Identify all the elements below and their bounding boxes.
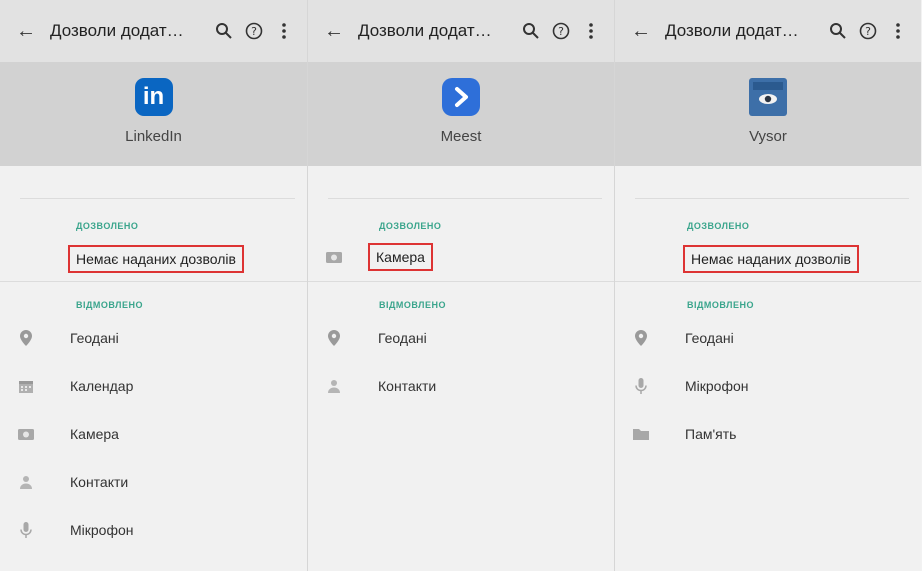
no-permissions-label: Немає наданих дозволів (683, 245, 859, 273)
more-options-icon[interactable] (578, 18, 604, 44)
divider (0, 281, 307, 282)
contacts-icon (308, 379, 360, 393)
permission-row-calendar[interactable]: Календар (0, 362, 307, 410)
back-arrow-icon[interactable]: ← (631, 21, 653, 41)
permission-row-location[interactable]: Геодані (308, 314, 614, 362)
panel-vysor: ← Дозволи додат… ? Vysor ДОЗВОЛЕНО Немає… (614, 0, 921, 571)
location-icon (0, 330, 52, 346)
help-icon[interactable]: ? (241, 18, 267, 44)
allowed-item-row[interactable]: Немає наданих дозволів (68, 245, 307, 273)
permission-label: Пам'ять (685, 426, 737, 442)
allowed-item-row[interactable]: Немає наданих дозволів (683, 245, 921, 273)
search-icon[interactable] (825, 18, 851, 44)
screens-wrapper: ← Дозволи додат… ? in LinkedIn ДОЗВОЛЕНО… (0, 0, 922, 571)
camera-allowed-label: Камера (368, 243, 433, 271)
back-arrow-icon[interactable]: ← (16, 21, 38, 41)
svg-text:?: ? (558, 25, 564, 38)
allowed-section-header: ДОЗВОЛЕНО (687, 221, 750, 231)
linkedin-logo-icon: in (134, 78, 173, 116)
location-icon (308, 330, 360, 346)
app-name: LinkedIn (125, 128, 182, 145)
permission-row-microphone[interactable]: Мікрофон (0, 506, 307, 554)
vysor-logo-icon (749, 78, 787, 116)
permission-label: Камера (70, 426, 119, 442)
allowed-item-row[interactable]: Камера (308, 243, 614, 271)
folder-icon (615, 428, 667, 440)
no-permissions-label: Немає наданих дозволів (68, 245, 244, 273)
permission-row-contacts[interactable]: Контакти (0, 458, 307, 506)
meest-logo-icon (442, 78, 480, 116)
denied-section-header: ВІДМОВЛЕНО (379, 300, 447, 310)
permission-label: Календар (70, 378, 134, 394)
permission-label: Мікрофон (70, 522, 134, 538)
back-arrow-icon[interactable]: ← (324, 21, 346, 41)
divider (328, 198, 602, 199)
permission-row-microphone[interactable]: Мікрофон (615, 362, 921, 410)
permission-row-location[interactable]: Геодані (0, 314, 307, 362)
help-icon[interactable]: ? (855, 18, 881, 44)
more-options-icon[interactable] (271, 18, 297, 44)
divider (615, 281, 921, 282)
divider (635, 198, 909, 199)
app-bar: ← Дозволи додат… ? (308, 0, 614, 62)
more-options-icon[interactable] (885, 18, 911, 44)
permission-row-camera[interactable]: Камера (0, 410, 307, 458)
permission-label: Геодані (685, 330, 734, 346)
panel-meest: ← Дозволи додат… ? Meest ДОЗВОЛЕНО Камер… (307, 0, 614, 571)
search-icon[interactable] (211, 18, 237, 44)
calendar-icon (0, 379, 52, 393)
page-title: Дозволи додат… (665, 21, 799, 40)
permission-label: Геодані (70, 330, 119, 346)
permission-row-contacts[interactable]: Контакти (308, 362, 614, 410)
app-header: in LinkedIn (0, 62, 307, 166)
page-title: Дозволи додат… (358, 21, 492, 40)
microphone-icon (615, 378, 667, 394)
app-name: Meest (440, 128, 482, 145)
contacts-icon (0, 475, 52, 489)
svg-text:?: ? (251, 25, 257, 38)
permission-row-location[interactable]: Геодані (615, 314, 921, 362)
app-name: Vysor (749, 128, 787, 145)
panel-linkedin: ← Дозволи додат… ? in LinkedIn ДОЗВОЛЕНО… (0, 0, 307, 571)
permissions-content: ДОЗВОЛЕНО Немає наданих дозволів ВІДМОВЛ… (0, 198, 307, 554)
app-header: Vysor (615, 62, 921, 166)
svg-text:?: ? (865, 25, 871, 38)
app-bar: ← Дозволи додат… ? (615, 0, 921, 62)
denied-section-header: ВІДМОВЛЕНО (687, 300, 755, 310)
permissions-content: ДОЗВОЛЕНО Камера ВІДМОВЛЕНО Геодані Конт… (308, 198, 614, 410)
help-icon[interactable]: ? (548, 18, 574, 44)
camera-icon (0, 428, 52, 440)
permission-label: Контакти (70, 474, 129, 490)
page-title: Дозволи додат… (50, 21, 184, 40)
divider (20, 198, 295, 199)
permission-row-storage[interactable]: Пам'ять (615, 410, 921, 458)
app-bar: ← Дозволи додат… ? (0, 0, 307, 62)
microphone-icon (0, 522, 52, 538)
permissions-content: ДОЗВОЛЕНО Немає наданих дозволів ВІДМОВЛ… (615, 198, 921, 458)
permission-label: Мікрофон (685, 378, 749, 394)
permission-label: Геодані (378, 330, 427, 346)
permission-label: Контакти (378, 378, 437, 394)
divider (308, 281, 614, 282)
allowed-section-header: ДОЗВОЛЕНО (76, 221, 139, 231)
denied-section-header: ВІДМОВЛЕНО (76, 300, 144, 310)
logo-text: in (142, 83, 165, 110)
app-header: Meest (308, 62, 614, 166)
camera-icon (308, 251, 360, 263)
search-icon[interactable] (518, 18, 544, 44)
location-icon (615, 330, 667, 346)
allowed-section-header: ДОЗВОЛЕНО (379, 221, 442, 231)
